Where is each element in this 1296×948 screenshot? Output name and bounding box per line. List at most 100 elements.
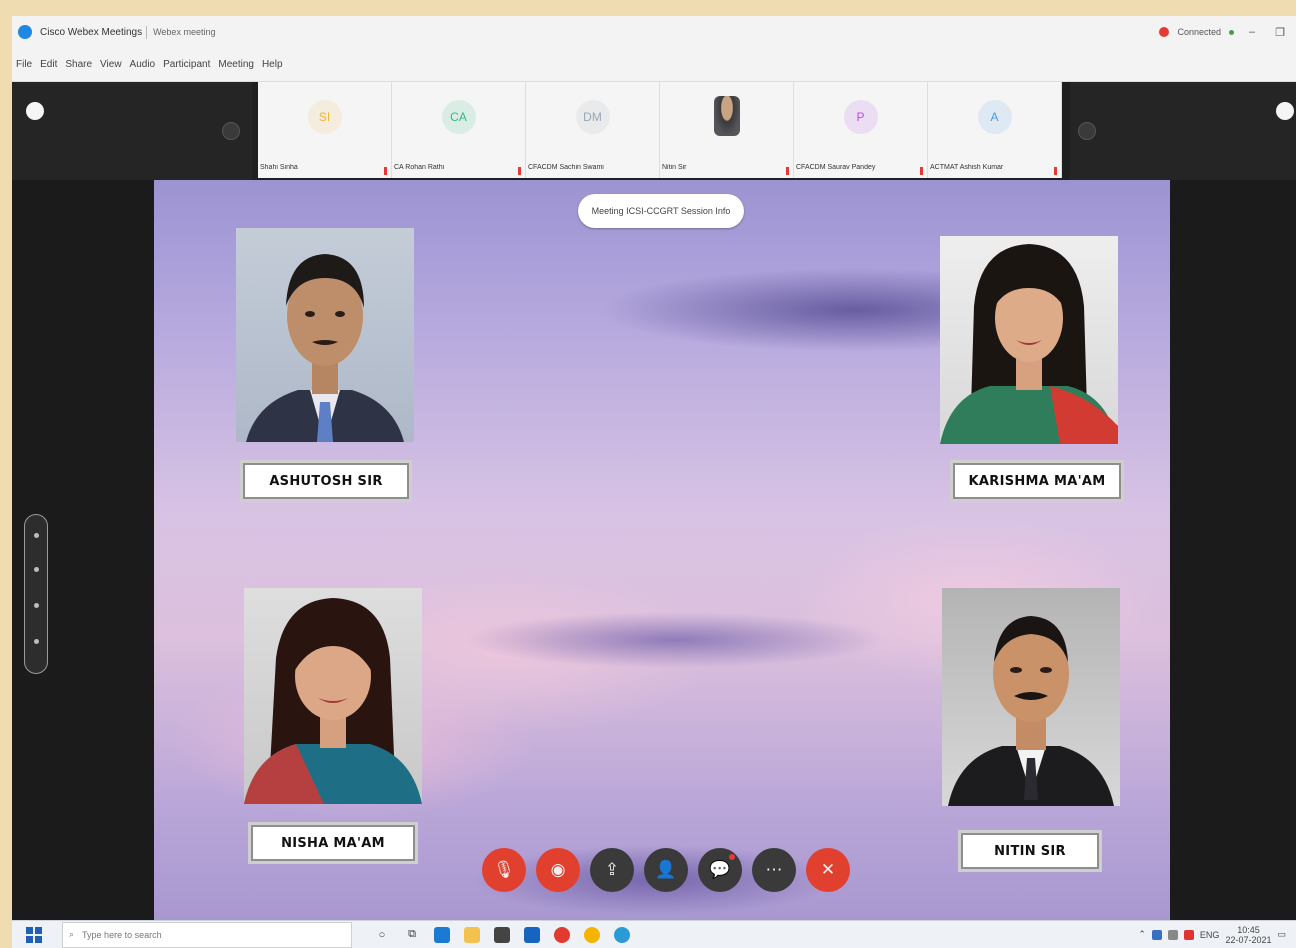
stage-margin-right	[1170, 180, 1296, 920]
participant-name: Shahi Sinha	[260, 164, 298, 171]
participant-avatar: A	[977, 100, 1012, 134]
chrome-icon[interactable]	[584, 926, 600, 943]
menu-audio[interactable]: Audio	[130, 59, 156, 70]
search-icon: ⌕	[69, 929, 75, 939]
menu-meeting[interactable]: Meeting	[218, 59, 254, 70]
close-icon: ✕	[820, 860, 836, 879]
speaker-name-plate: NISHA MA'AM	[248, 822, 418, 864]
participant-photo	[713, 96, 740, 136]
system-tray: ⌃ ENG 10:45 22-07-2021 ▭	[1138, 925, 1286, 945]
language-indicator[interactable]: ENG	[1200, 930, 1220, 940]
store-icon[interactable]	[494, 926, 510, 943]
pointer-tool-icon[interactable]	[34, 533, 39, 538]
file-explorer-icon[interactable]	[464, 926, 480, 943]
menu-edit[interactable]: Edit	[40, 59, 57, 70]
speaker-name-plate: KARISHMA MA'AM	[950, 460, 1124, 502]
edge-icon[interactable]	[434, 926, 450, 943]
meeting-info-pill[interactable]: Meeting ICSI-CCGRT Session Info	[578, 194, 744, 228]
task-view-icon[interactable]: ⧉	[404, 927, 420, 943]
muted-icon	[1054, 167, 1057, 175]
menu-share[interactable]: Share	[65, 59, 92, 70]
leave-button[interactable]: ✕	[806, 848, 850, 892]
participant-avatar: SI	[307, 100, 342, 134]
menu-help[interactable]: Help	[262, 59, 283, 70]
speaker-photo-nitin	[942, 588, 1120, 806]
notifications-icon[interactable]: ▭	[1277, 929, 1286, 940]
webex-taskbar-icon[interactable]	[614, 926, 630, 943]
windows-start-icon[interactable]	[26, 926, 42, 943]
man-portrait-icon	[246, 254, 404, 442]
restore-button[interactable]: ❐	[1270, 26, 1290, 39]
participant-avatar: CA	[441, 100, 476, 134]
menu-view[interactable]: View	[100, 59, 122, 70]
stop-video-button[interactable]: ◉	[536, 848, 580, 892]
muted-icon	[786, 167, 789, 175]
meeting-controls: 🎙 ◉ ⇪ 👤 💬 ⋯ ✕	[482, 848, 850, 892]
strip-prev-button[interactable]	[222, 122, 240, 140]
man-portrait-icon	[948, 616, 1114, 806]
chat-icon: 💬	[709, 860, 731, 879]
mail-icon[interactable]	[524, 926, 540, 943]
participant-tile[interactable]: Nitin Sir	[660, 82, 794, 178]
network-icon[interactable]	[1151, 929, 1162, 940]
layout-icon[interactable]	[26, 102, 44, 120]
participant-tile[interactable]: SI Shahi Sinha	[258, 82, 392, 178]
participant-tile[interactable]: P CFACDM Saurav Pandey	[794, 82, 928, 178]
menu-file[interactable]: File	[16, 59, 32, 70]
connection-status[interactable]: Connected	[1177, 27, 1221, 37]
view-options-icon[interactable]	[1276, 102, 1294, 120]
annotate-tool-icon[interactable]	[34, 603, 39, 608]
text-tool-icon[interactable]	[34, 567, 39, 572]
participant-tile[interactable]: CA CA Rohan Rathi	[392, 82, 526, 178]
strip-right-panel	[1070, 82, 1296, 180]
participants-button[interactable]: 👤	[644, 848, 688, 892]
participant-avatar: P	[843, 100, 878, 134]
participant-avatar: DM	[575, 100, 610, 134]
recording-icon[interactable]	[1159, 27, 1170, 37]
participant-name: CFACDM Sachin Swami	[528, 164, 604, 171]
clock-date: 22-07-2021	[1225, 934, 1272, 945]
muted-icon	[384, 167, 387, 175]
microphone-icon: 🎙	[493, 860, 515, 879]
participant-strip: SI Shahi Sinha CA CA Rohan Rathi DM CFAC…	[12, 82, 1296, 180]
app-title: Cisco Webex Meetings	[36, 25, 148, 39]
webex-logo-icon	[18, 25, 32, 39]
antivirus-icon[interactable]	[1183, 929, 1194, 940]
mute-button[interactable]: 🎙	[482, 848, 526, 892]
search-placeholder: Type here to search	[82, 929, 162, 940]
menu-participant[interactable]: Participant	[163, 59, 210, 70]
more-button[interactable]: ⋯	[752, 848, 796, 892]
muted-icon	[920, 167, 923, 175]
woman-portrait-icon	[244, 598, 422, 804]
speaker-photo-karishma	[940, 236, 1118, 444]
webex-window: Cisco Webex Meetings Webex meeting Conne…	[12, 16, 1296, 920]
speaker-name-plate: ASHUTOSH SIR	[240, 460, 412, 502]
participant-tile[interactable]: DM CFACDM Sachin Swami	[526, 82, 660, 178]
clock[interactable]: 10:45 22-07-2021	[1225, 925, 1271, 945]
participants-icon: 👤	[655, 860, 677, 879]
minimize-button[interactable]: –	[1242, 26, 1262, 38]
chevron-up-icon[interactable]: ⌃	[1138, 929, 1146, 940]
taskbar-search-input[interactable]: ⌕ Type here to search	[62, 921, 352, 948]
status-dot-icon	[1229, 29, 1234, 35]
windows-taskbar: ⌕ Type here to search ○ ⧉ ⌃ ENG 10:45 22…	[12, 920, 1296, 948]
share-button[interactable]: ⇪	[590, 848, 634, 892]
meeting-name: Webex meeting	[153, 27, 216, 37]
speaker-name-plate: NITIN SIR	[958, 830, 1102, 872]
participant-name: Nitin Sir	[662, 164, 687, 171]
cortana-icon[interactable]: ○	[374, 927, 390, 943]
zoom-tool-icon[interactable]	[34, 639, 39, 644]
volume-icon[interactable]	[1167, 929, 1178, 940]
opera-icon[interactable]	[554, 926, 570, 943]
more-icon: ⋯	[765, 860, 783, 879]
participant-name: CFACDM Saurav Pandey	[796, 164, 876, 171]
speaker-photo-nisha	[244, 588, 422, 804]
menu-bar: File Edit Share View Audio Participant M…	[12, 48, 1296, 82]
self-view-panel	[12, 82, 252, 180]
strip-next-button[interactable]	[1078, 122, 1096, 140]
chat-button[interactable]: 💬	[698, 848, 742, 892]
camera-off-icon: ◉	[550, 860, 566, 879]
shared-content-stage: Meeting ICSI-CCGRT Session Info ASHUTOSH…	[154, 180, 1170, 920]
participant-tile[interactable]: A ACTMAT Ashish Kumar	[928, 82, 1062, 178]
share-icon: ⇪	[604, 860, 620, 879]
